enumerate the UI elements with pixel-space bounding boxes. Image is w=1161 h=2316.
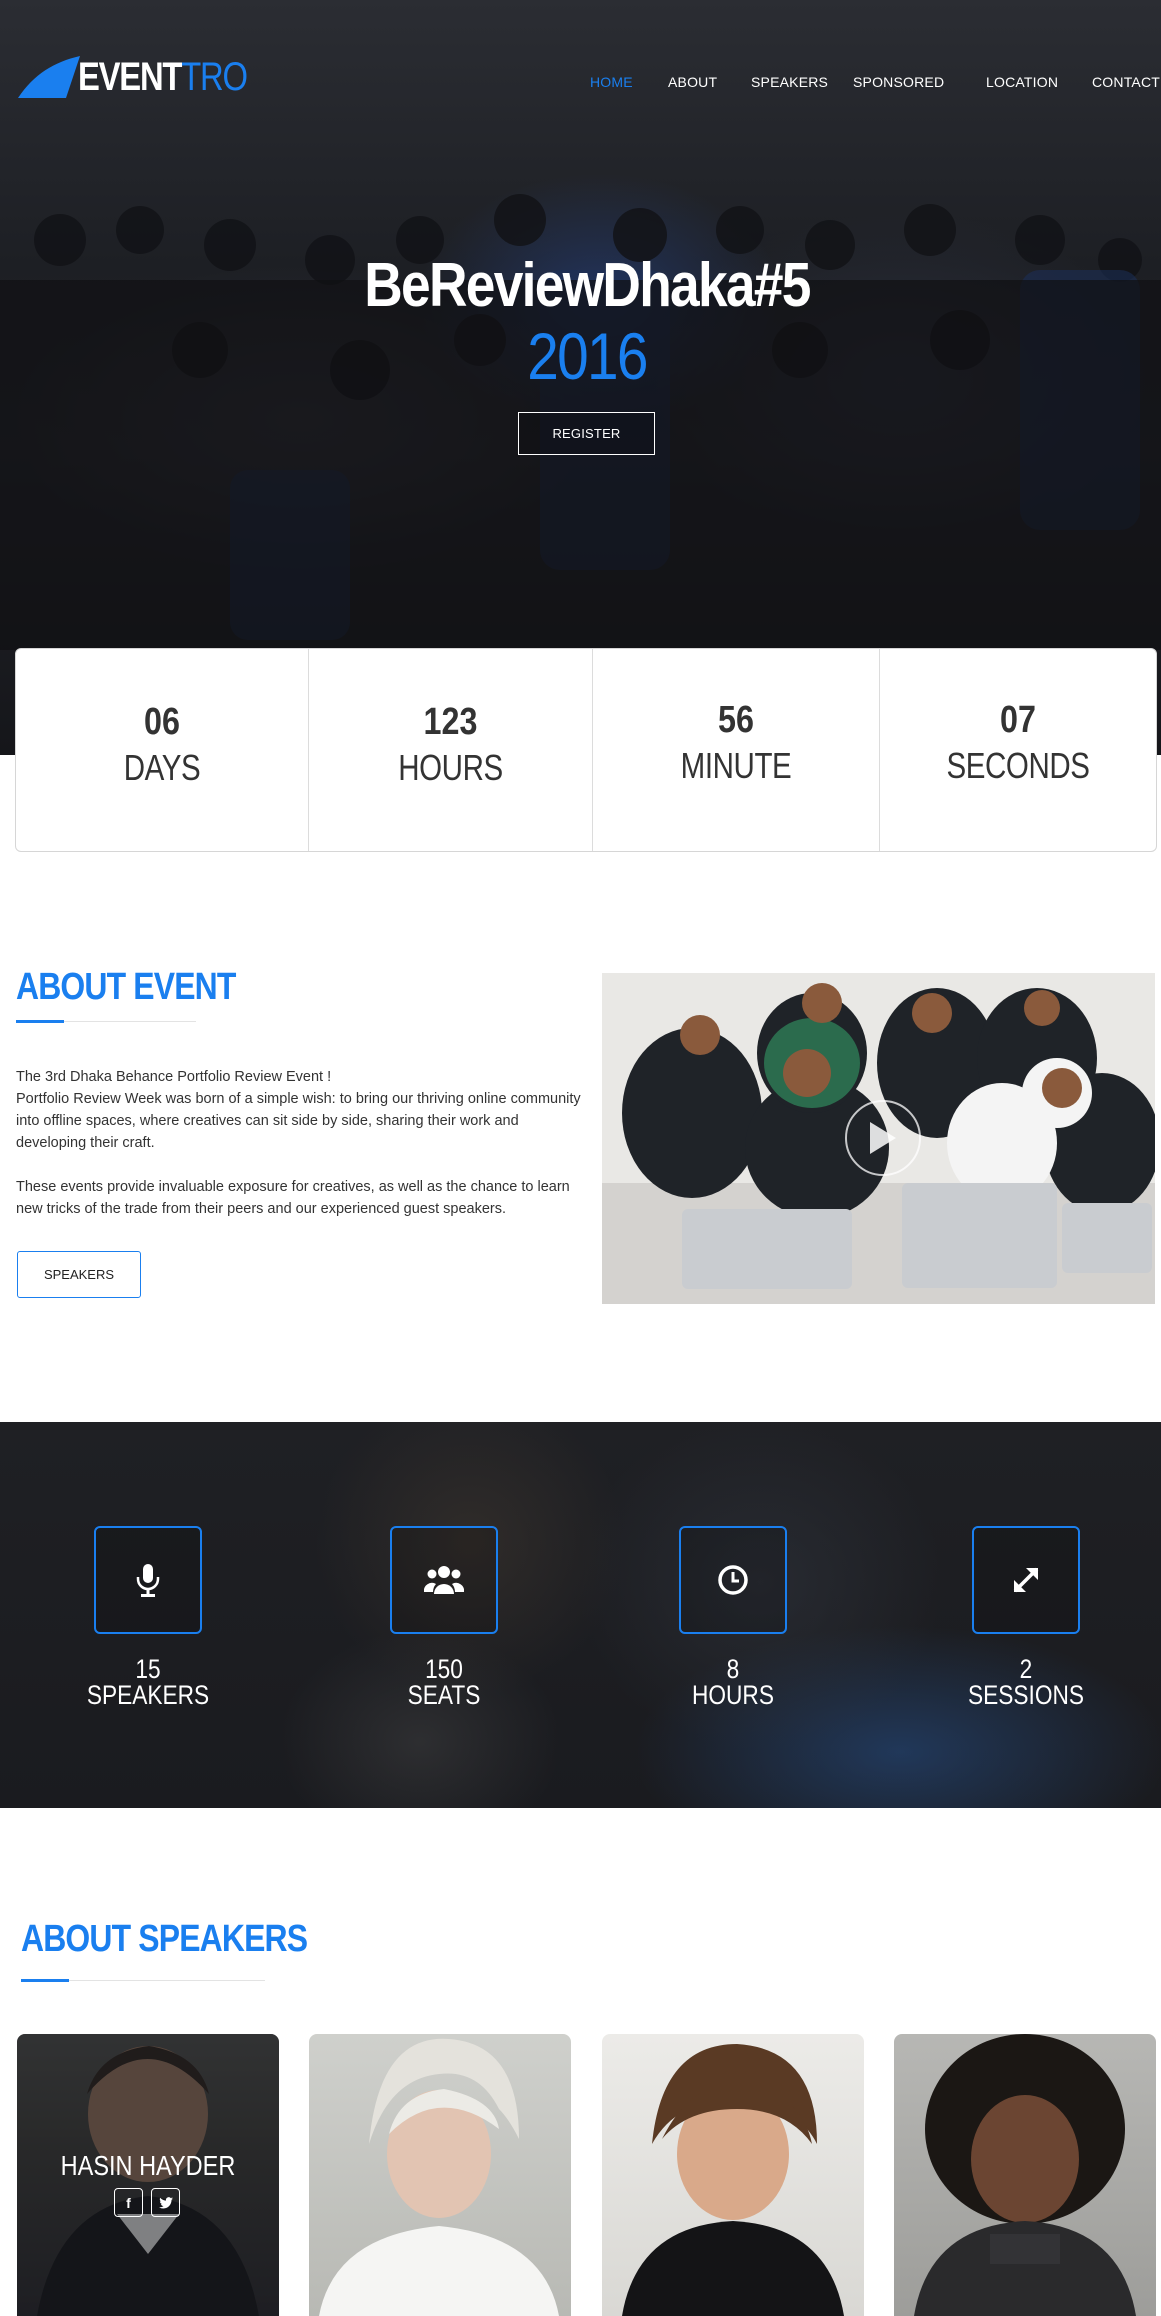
nav-item-home[interactable]: HOME [590,74,633,90]
stat-sessions-label: SESSIONS [968,1680,1084,1710]
countdown-value: 07 [1000,699,1036,741]
main-nav: HOME ABOUT SPEAKERS SPONSORED LOCATION C… [0,74,1161,96]
speakers-button[interactable]: SPEAKERS [17,1251,141,1298]
speaker-name: HASIN HAYDER [60,2150,236,2181]
stat-hours-label: HOURS [692,1680,774,1710]
countdown-value: 06 [144,701,180,743]
speaker-card[interactable]: HASIN HAYDER f [17,2034,279,2316]
expand-icon [1013,1567,1039,1593]
stat-hours-box [679,1526,787,1634]
title-divider-accent [16,1020,64,1023]
title-divider-accent [21,1979,69,1982]
speaker-card[interactable] [309,2034,571,2316]
nav-item-about[interactable]: ABOUT [668,74,717,90]
hero-title: BeReviewDhaka#5 [364,251,811,320]
nav-item-speakers[interactable]: SPEAKERS [751,74,828,90]
stat-speakers-box [94,1526,202,1634]
countdown-panel: 06 DAYS 123 HOURS 56 MINUTE 07 SECONDS [15,648,1157,852]
about-paragraph-1: Portfolio Review Week was born of a simp… [16,1091,581,1151]
microphone-icon [136,1564,160,1597]
about-event-title: ABOUT EVENT [16,966,236,1008]
hero-section: EVENTTRO HOME ABOUT SPEAKERS SPONSORED L… [0,0,1161,755]
countdown-label: SECONDS [946,745,1090,786]
play-icon[interactable] [870,1122,896,1154]
twitter-icon[interactable] [151,2188,180,2217]
countdown-hours: 123 HOURS [309,649,593,851]
speaker-photo [319,2038,559,2316]
hero-year: 2016 [527,319,648,393]
countdown-value: 123 [423,701,478,743]
about-paragraph-2: These events provide invaluable exposure… [16,1179,570,1217]
nav-item-location[interactable]: LOCATION [986,74,1058,90]
stat-sessions-box [972,1526,1080,1634]
countdown-minute: 56 MINUTE [593,649,880,851]
speaker-photo [622,2044,844,2316]
stats-section: 15 SPEAKERS 150 SEATS 8 HOURS 2 SESSIONS [0,1422,1161,1808]
countdown-label: MINUTE [680,745,792,786]
about-speakers-title: ABOUT SPEAKERS [21,1918,308,1960]
countdown-seconds: 07 SECONDS [880,649,1156,851]
nav-item-sponsored[interactable]: SPONSORED [853,74,944,90]
hero-background-photo [0,194,1161,650]
clock-icon [718,1565,748,1595]
stat-seats-label: SEATS [407,1680,481,1710]
stat-seats-box [390,1526,498,1634]
countdown-days: 06 DAYS [16,649,309,851]
register-button[interactable]: REGISTER [518,412,655,455]
speaker-card[interactable] [602,2034,864,2316]
users-icon [424,1566,464,1594]
speaker-social-links: f [114,2188,180,2217]
facebook-icon[interactable]: f [114,2188,143,2217]
speaker-card[interactable] [894,2034,1156,2316]
countdown-label: HOURS [398,747,503,788]
countdown-value: 56 [718,699,754,741]
about-intro-line: The 3rd Dhaka Behance Portfolio Review E… [16,1069,332,1085]
speaker-photo [914,2034,1136,2316]
nav-item-contact[interactable]: CONTACT [1092,74,1160,90]
stat-speakers-label: SPEAKERS [86,1680,210,1710]
countdown-label: DAYS [123,747,201,788]
twitter-bird-icon [158,2196,173,2208]
